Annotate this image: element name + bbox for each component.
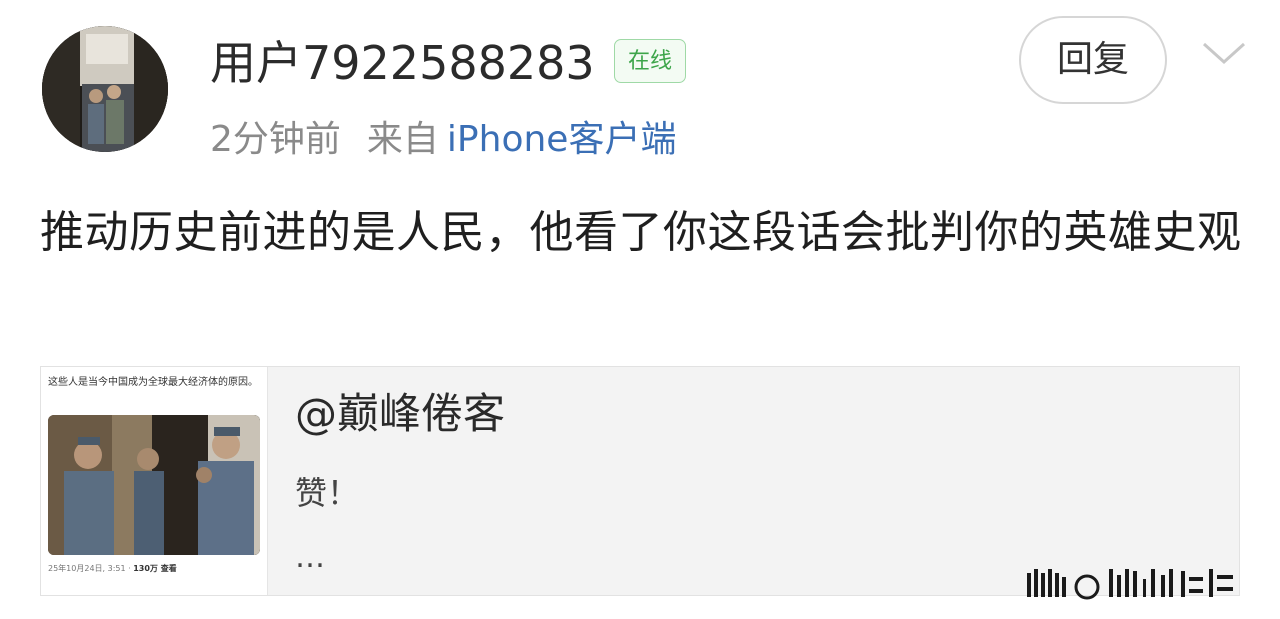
post-meta: 2分钟前 来自 iPhone客户端 <box>210 116 676 164</box>
username[interactable]: 用户7922588283 <box>210 36 595 90</box>
quote-thumbnail[interactable]: 这些人是当今中国成为全球最大经济体的原因。 25年10月24日, 3:51 · <box>41 367 268 595</box>
avatar[interactable] <box>42 26 168 152</box>
client-link[interactable]: iPhone客户端 <box>447 119 677 160</box>
quote-ellipsis: … <box>295 540 329 575</box>
thumbnail-views: 130万 查看 <box>133 564 177 573</box>
post-text: 推动历史前进的是人民，他看了你这段话会批判你的英雄史观 <box>40 207 1242 258</box>
quote-author[interactable]: @巅峰倦客 <box>295 389 505 439</box>
quote-body: 赞！ <box>295 474 360 512</box>
watermark-logo <box>1027 569 1233 600</box>
thumbnail-date: 25年10月24日, 3:51 · <box>48 564 134 573</box>
thumbnail-caption: 这些人是当今中国成为全球最大经济体的原因。 <box>48 377 258 388</box>
online-badge: 在线 <box>614 39 686 83</box>
chevron-down-icon[interactable] <box>1200 38 1248 68</box>
thumbnail-photo <box>48 415 260 555</box>
quote-card[interactable]: 这些人是当今中国成为全球最大经济体的原因。 25年10月24日, 3:51 · <box>40 366 1240 596</box>
from-label: 来自 <box>366 119 439 160</box>
avatar-photo <box>42 26 168 152</box>
thumbnail-meta: 25年10月24日, 3:51 · 130万 查看 <box>48 563 177 574</box>
post-time: 2分钟前 <box>210 119 341 160</box>
reply-button[interactable]: 回复 <box>1019 16 1167 104</box>
